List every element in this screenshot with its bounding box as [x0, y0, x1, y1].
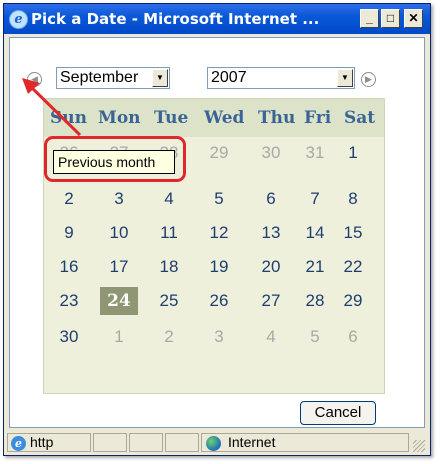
weekday-tue: Tue: [154, 108, 189, 128]
day-cell[interactable]: 27: [252, 287, 290, 315]
day-cell[interactable]: 7: [296, 185, 334, 213]
chevron-down-icon[interactable]: ▼: [337, 69, 353, 87]
popup-window: e Pick a Date - Microsoft Internet ... _…: [3, 3, 431, 456]
weekday-mon: Mon: [98, 108, 141, 128]
day-cell[interactable]: 29: [334, 287, 372, 315]
close-button[interactable]: ✕: [404, 9, 423, 28]
day-cell[interactable]: 3: [100, 185, 138, 213]
day-cell[interactable]: 9: [50, 219, 88, 247]
day-cell[interactable]: 6: [252, 185, 290, 213]
title-bar[interactable]: e Pick a Date - Microsoft Internet ... _…: [4, 4, 430, 34]
year-select-value: 2007: [211, 69, 247, 86]
status-zone-cell: Internet: [201, 433, 409, 452]
day-cell[interactable]: 4: [150, 185, 188, 213]
day-cell[interactable]: 17: [100, 253, 138, 281]
highlight-box: [44, 136, 186, 182]
year-select[interactable]: 2007 ▼: [207, 67, 355, 89]
status-bar: e http Internet: [7, 431, 427, 454]
day-cell[interactable]: 5: [200, 185, 238, 213]
internet-explorer-icon: e: [9, 10, 28, 29]
weekday-thu: Thu: [258, 108, 296, 128]
annotation-arrow: [22, 78, 82, 137]
day-cell[interactable]: 5: [296, 323, 334, 351]
weekday-sat: Sat: [344, 108, 376, 128]
weekday-fri: Fri: [304, 108, 332, 128]
day-cell[interactable]: 10: [100, 219, 138, 247]
day-cell[interactable]: 2: [150, 323, 188, 351]
weekday-header-row: Sun Mon Tue Wed Thu Fri Sat: [44, 99, 384, 137]
day-cell[interactable]: 30: [252, 139, 290, 167]
day-cell[interactable]: 30: [50, 323, 88, 351]
cancel-button[interactable]: Cancel: [300, 401, 376, 425]
page-content: ◀ September ▼ 2007 ▼ ▶ Sun Mon Tue Wed T…: [9, 37, 425, 428]
window-title: Pick a Date - Microsoft Internet ...: [31, 10, 320, 28]
day-cell[interactable]: 16: [50, 253, 88, 281]
day-cell[interactable]: 11: [150, 219, 188, 247]
chevron-down-icon[interactable]: ▼: [152, 69, 168, 87]
day-cell[interactable]: 29: [200, 139, 238, 167]
day-cell[interactable]: 19: [200, 253, 238, 281]
day-cell[interactable]: 4: [252, 323, 290, 351]
day-cell[interactable]: 31: [296, 139, 334, 167]
status-url-text: http: [30, 434, 54, 450]
day-cell[interactable]: 12: [200, 219, 238, 247]
resize-grip-icon[interactable]: [413, 440, 425, 452]
status-url-cell: e http: [7, 433, 91, 452]
status-cell: [93, 433, 127, 452]
day-cell[interactable]: 15: [334, 219, 372, 247]
day-cell[interactable]: 23: [50, 287, 88, 315]
page-icon: e: [11, 436, 26, 451]
day-cell[interactable]: 1: [334, 139, 372, 167]
internet-zone-icon: [206, 436, 221, 451]
next-month-icon[interactable]: ▶: [361, 72, 376, 87]
day-cell[interactable]: 8: [334, 185, 372, 213]
maximize-button[interactable]: □: [381, 9, 400, 28]
day-cell[interactable]: 21: [296, 253, 334, 281]
day-cell[interactable]: 25: [150, 287, 188, 315]
day-cell[interactable]: 2: [50, 185, 88, 213]
day-cell[interactable]: 1: [100, 323, 138, 351]
day-cell[interactable]: 18: [150, 253, 188, 281]
status-zone-text: Internet: [228, 434, 276, 450]
minimize-button[interactable]: _: [360, 9, 379, 28]
day-cell[interactable]: 14: [296, 219, 334, 247]
day-cell[interactable]: 13: [252, 219, 290, 247]
day-cell[interactable]: 24: [100, 287, 138, 315]
day-cell[interactable]: 3: [200, 323, 238, 351]
status-cell: [129, 433, 163, 452]
weekday-wed: Wed: [204, 108, 245, 128]
day-cell[interactable]: 20: [252, 253, 290, 281]
day-cell[interactable]: 6: [334, 323, 372, 351]
status-cell: [165, 433, 199, 452]
day-cell[interactable]: 28: [296, 287, 334, 315]
day-cell[interactable]: 22: [334, 253, 372, 281]
day-cell[interactable]: 26: [200, 287, 238, 315]
